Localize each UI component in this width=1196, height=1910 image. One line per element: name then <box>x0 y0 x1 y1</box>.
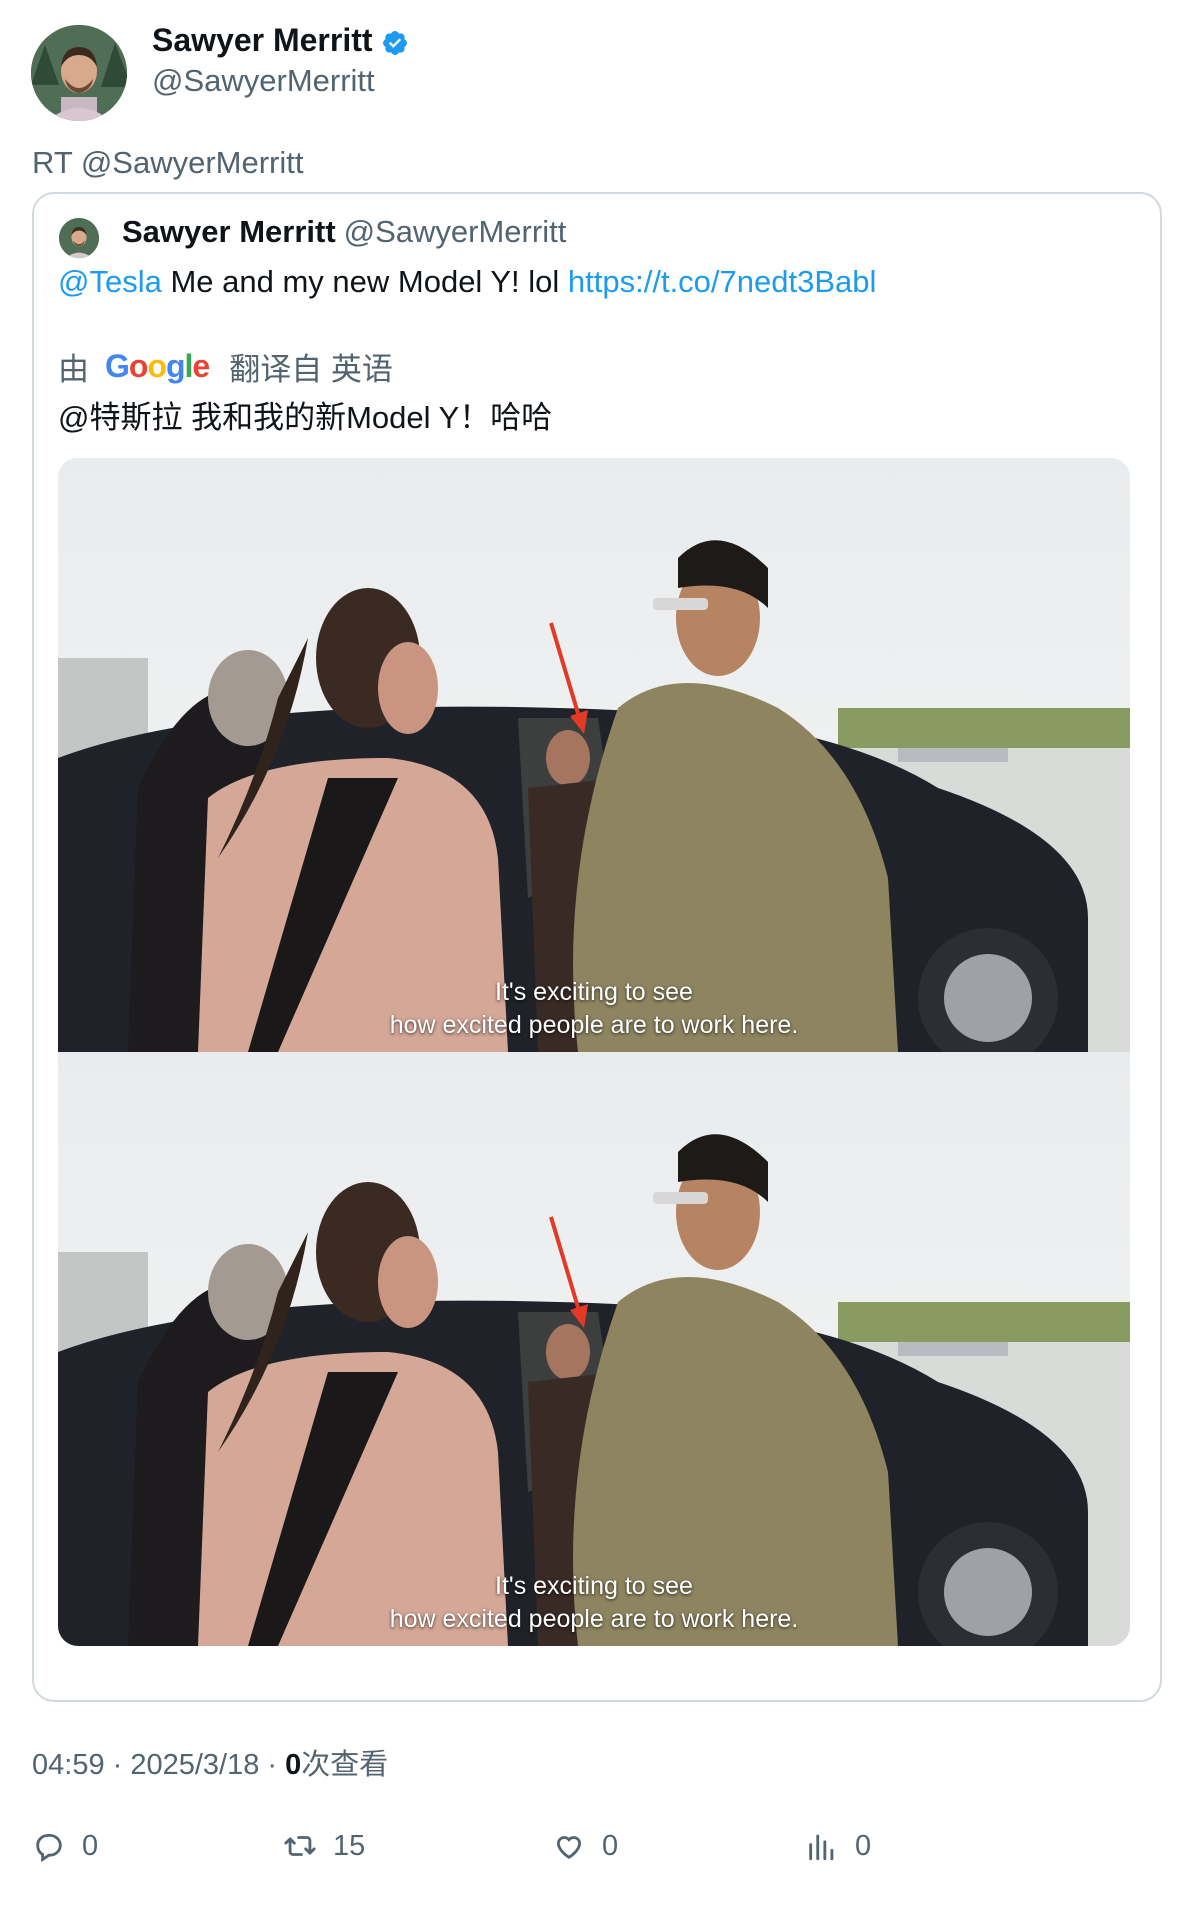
reply-count: 0 <box>82 1829 99 1862</box>
mention-link[interactable]: @Tesla <box>58 264 162 299</box>
quoted-tweet-text: @Tesla Me and my new Model Y! lol https:… <box>58 264 876 300</box>
retweet-button[interactable]: 15 <box>283 1829 365 1863</box>
translation-suffix: 翻译自 英语 <box>229 352 393 387</box>
quoted-author-name: Sawyer Merritt <box>122 214 336 249</box>
verified-badge-icon <box>383 31 407 55</box>
meta-separator: · <box>104 1749 131 1781</box>
meta-separator: · <box>259 1749 286 1781</box>
quoted-author-avatar[interactable] <box>59 218 99 258</box>
tweet-media[interactable]: It's exciting to see how excited people … <box>58 458 1130 1646</box>
translation-attribution: 由 Google 翻译自 英语 <box>58 344 393 389</box>
tweet-date[interactable]: 2025/3/18 <box>130 1749 259 1781</box>
video-caption-line2: how excited people are to work here. <box>389 1605 799 1633</box>
quoted-author-handle: @SawyerMerritt <box>343 214 567 249</box>
translation-prefix: 由 <box>58 352 89 387</box>
retweet-count: 15 <box>333 1829 366 1862</box>
video-caption-line2: how excited people are to work here. <box>389 1011 799 1039</box>
video-caption-line1: It's exciting to see <box>495 1572 693 1600</box>
tweet-time[interactable]: 04:59 <box>32 1749 105 1781</box>
quoted-author[interactable]: Sawyer Merritt @SawyerMerritt <box>122 214 566 250</box>
reply-icon <box>36 1833 62 1863</box>
reply-button[interactable]: 0 <box>32 1829 98 1863</box>
retweet-icon <box>284 1836 316 1856</box>
analytics-icon <box>809 1834 834 1861</box>
translated-text: @特斯拉 我和我的新Model Y！哈哈 <box>58 400 553 435</box>
video-caption-line1: It's exciting to see <box>495 978 693 1006</box>
video-frame[interactable]: It's exciting to see how excited people … <box>58 1052 1130 1646</box>
tweet-url-link[interactable]: https://t.co/7nedt3Babl <box>568 264 877 299</box>
google-logo: Google <box>105 348 210 384</box>
author-avatar[interactable] <box>31 25 127 121</box>
views-button[interactable]: 0 <box>805 1829 871 1863</box>
video-frame[interactable]: It's exciting to see how excited people … <box>58 458 1130 1052</box>
retweet-line: RT @SawyerMerritt <box>32 145 304 180</box>
heart-icon <box>556 1836 582 1859</box>
views-count: 0 <box>285 1749 302 1781</box>
like-button[interactable]: 0 <box>552 1829 618 1863</box>
quoted-text-body: Me and my new Model Y! lol <box>161 264 568 299</box>
views-count-action: 0 <box>855 1829 872 1862</box>
like-count: 0 <box>602 1829 619 1862</box>
author-name[interactable]: Sawyer Merritt <box>152 22 373 59</box>
author-handle[interactable]: @SawyerMerritt <box>152 63 375 99</box>
tweet-meta: 04:59 · 2025/3/18 · 0次查看 <box>32 1741 388 1783</box>
views-label: 次查看 <box>301 1749 389 1781</box>
